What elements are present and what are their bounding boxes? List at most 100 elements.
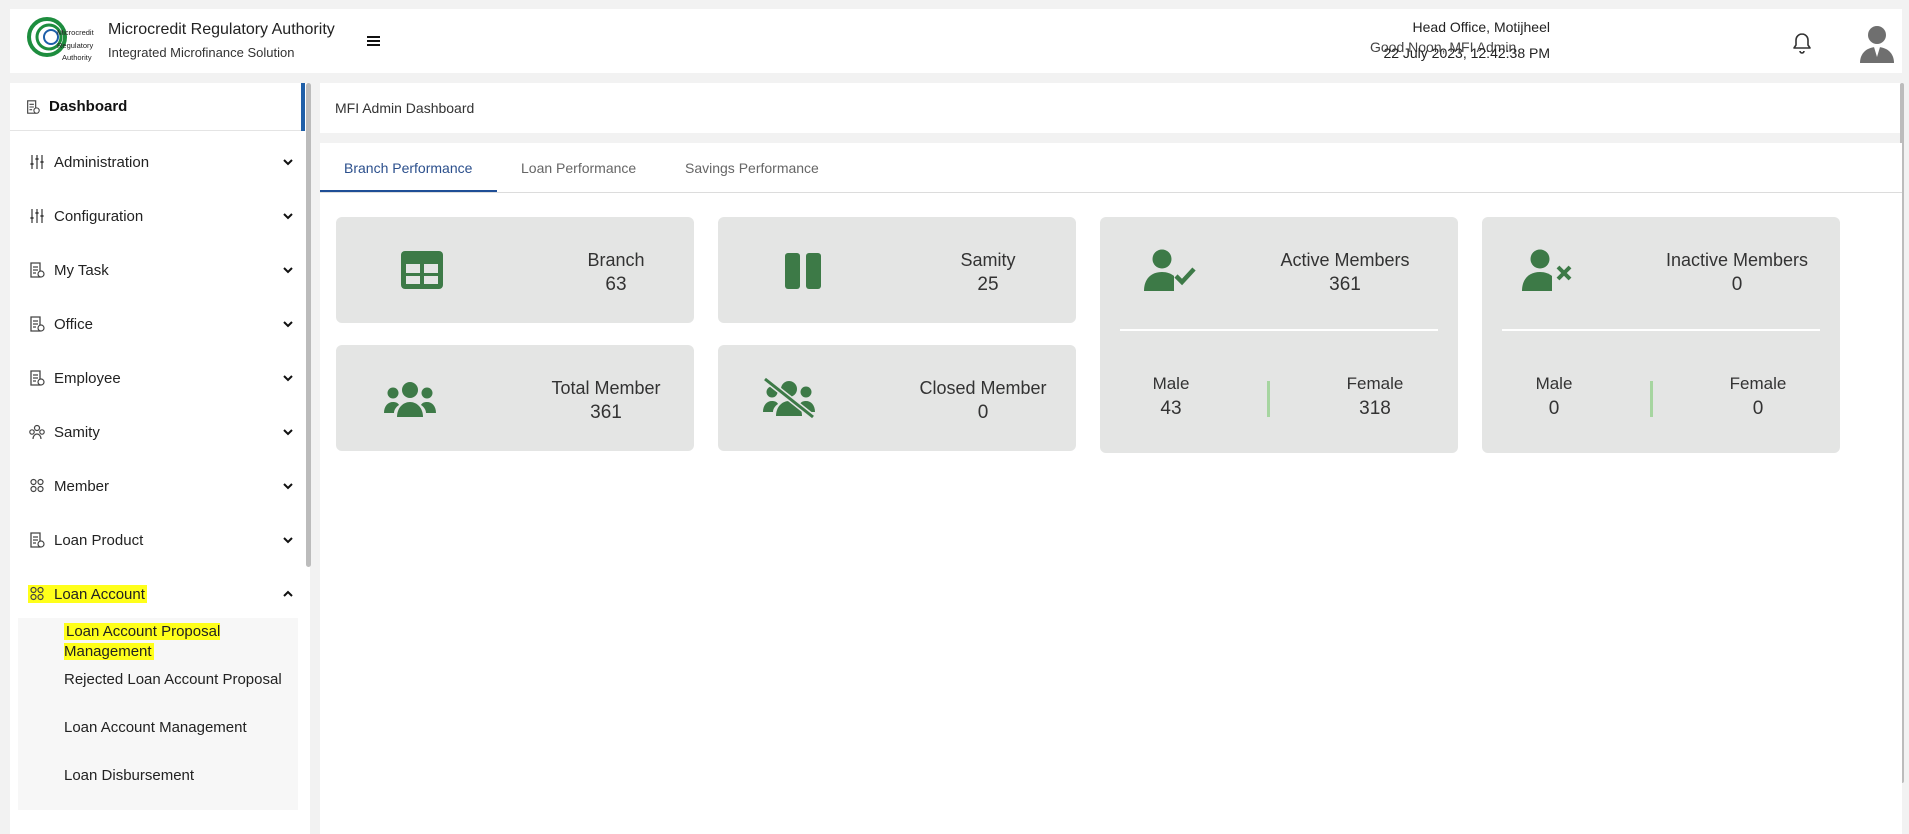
- card-divider: [1502, 329, 1820, 331]
- document-icon: [30, 370, 45, 386]
- card-title: Inactive Members: [1665, 250, 1809, 270]
- chevron-down-icon: [283, 429, 293, 436]
- card-title: Closed Member: [919, 378, 1047, 398]
- card-title: Active Members: [1280, 250, 1410, 270]
- sidebar-item-dashboard[interactable]: Dashboard: [10, 83, 305, 131]
- submenu-item-loan-account-management[interactable]: Loan Account Management: [64, 718, 294, 738]
- document-icon: [30, 262, 45, 278]
- submenu-item-rejected-loan-account-proposal[interactable]: Rejected Loan Account Proposal: [64, 670, 294, 690]
- sidebar-item-loan-account[interactable]: Loan Account: [28, 578, 298, 610]
- chevron-down-icon: [283, 483, 293, 490]
- current-datetime: 22 July 2023, 12:42:38 PM: [1383, 45, 1550, 61]
- card-value: 63: [605, 274, 627, 295]
- sliders-icon: [30, 209, 44, 223]
- card-title: Samity: [960, 250, 1016, 270]
- female-label: Female: [1729, 374, 1787, 393]
- chevron-down-icon: [283, 159, 293, 166]
- chevron-down-icon: [283, 213, 293, 220]
- card-value: 361: [1329, 274, 1361, 295]
- chevron-down-icon: [283, 537, 293, 544]
- card-value: 25: [977, 274, 999, 295]
- sliders-icon: [30, 155, 44, 169]
- document-icon: [27, 99, 40, 114]
- bell-icon[interactable]: [1790, 31, 1814, 55]
- chevron-down-icon: [283, 375, 293, 382]
- card-title: Total Member: [551, 378, 661, 398]
- male-label: Male: [1535, 374, 1573, 393]
- app-subtitle: Integrated Microfinance Solution: [108, 45, 295, 60]
- document-icon: [30, 316, 45, 332]
- sidebar-item-label: My Task: [54, 261, 109, 279]
- submenu-item-label: Rejected Loan Account Proposal: [64, 671, 282, 688]
- highlight-mark: Loan Account: [28, 585, 147, 603]
- tab-savings-performance[interactable]: Savings Performance: [685, 160, 819, 176]
- tab-branch-performance[interactable]: Branch Performance: [344, 160, 472, 176]
- hamburger-icon[interactable]: [366, 33, 382, 49]
- card-value: 361: [590, 402, 622, 423]
- sidebar-item-samity[interactable]: Samity: [28, 416, 298, 448]
- chevron-up-icon: [283, 590, 293, 597]
- sidebar-item-label: Administration: [54, 153, 150, 171]
- users-icon: [384, 382, 436, 417]
- columns-icon: [785, 253, 821, 289]
- total-member-card: Total Member 361: [336, 345, 694, 451]
- active-members-card: Active Members 361 Male 43 Female 318: [1100, 217, 1458, 453]
- members-icon: [30, 478, 44, 493]
- female-count: 318: [1359, 398, 1391, 419]
- sidebar-item-label: Office: [54, 315, 93, 333]
- male-label: Male: [1152, 374, 1190, 393]
- office-name: Head Office, Motijheel: [1412, 19, 1550, 35]
- dashboard-content: Branch Performance Loan Performance Savi…: [320, 143, 1902, 834]
- table-grid-icon: [401, 251, 443, 289]
- sidebar-item-label: Loan Product: [54, 531, 144, 549]
- group-icon: [29, 424, 45, 440]
- sidebar-item-office[interactable]: Office: [28, 308, 298, 340]
- sidebar-item-member[interactable]: Member: [28, 470, 298, 502]
- loan-account-submenu: Loan Account Proposal Management Rejecte…: [18, 618, 298, 810]
- sidebar-item-administration[interactable]: Administration: [28, 146, 298, 178]
- page-title: MFI Admin Dashboard: [335, 100, 475, 116]
- submenu-item-label: Loan Account Proposal Management: [64, 623, 221, 660]
- svg-text:Regulatory: Regulatory: [57, 41, 94, 50]
- document-icon: [30, 532, 45, 548]
- female-count: 0: [1752, 398, 1764, 419]
- tab-bar: Branch Performance Loan Performance Savi…: [320, 143, 1902, 193]
- sidebar-scrollbar[interactable]: [306, 83, 311, 567]
- chevron-down-icon: [283, 267, 293, 274]
- card-title: Branch: [587, 250, 645, 270]
- card-value: 0: [1731, 274, 1743, 295]
- sidebar-item-label: Configuration: [54, 207, 144, 225]
- svg-text:Authority: Authority: [62, 53, 92, 62]
- sidebar-item-label: Loan Account: [54, 585, 145, 603]
- members-icon: [30, 586, 44, 601]
- submenu-item-label: Loan Disbursement: [64, 767, 195, 784]
- chevron-down-icon: [283, 321, 293, 328]
- sidebar-item-label: Dashboard: [49, 98, 128, 115]
- submenu-item-loan-account-proposal-management[interactable]: Loan Account Proposal Management: [64, 622, 294, 662]
- female-label: Female: [1346, 374, 1404, 393]
- sidebar-item-configuration[interactable]: Configuration: [28, 200, 298, 232]
- user-x-icon: [1522, 249, 1572, 291]
- card-divider: [1120, 329, 1438, 331]
- male-count: 0: [1548, 398, 1560, 419]
- gender-separator: [1650, 381, 1653, 417]
- sidebar-item-employee[interactable]: Employee: [28, 362, 298, 394]
- sidebar-item-label: Member: [54, 477, 110, 495]
- mra-logo: Microcredit Regulatory Authority: [27, 17, 95, 62]
- breadcrumb: MFI Admin Dashboard: [320, 83, 1902, 133]
- user-check-icon: [1144, 249, 1196, 291]
- closed-member-card: Closed Member 0: [718, 345, 1076, 451]
- card-value: 0: [977, 402, 989, 423]
- submenu-item-loan-disbursement[interactable]: Loan Disbursement: [64, 766, 294, 786]
- user-avatar-icon[interactable]: [1858, 23, 1896, 63]
- active-indicator: [301, 83, 305, 131]
- sidebar-item-my-task[interactable]: My Task: [28, 254, 298, 286]
- samity-card: Samity 25: [718, 217, 1076, 323]
- gender-separator: [1267, 381, 1270, 417]
- tab-loan-performance[interactable]: Loan Performance: [521, 160, 636, 176]
- branch-card: Branch 63: [336, 217, 694, 323]
- sidebar-item-loan-product[interactable]: Loan Product: [28, 524, 298, 556]
- inactive-members-card: Inactive Members 0 Male 0 Female 0: [1482, 217, 1840, 453]
- top-header: Microcredit Regulatory Authority Microcr…: [10, 9, 1902, 73]
- svg-text:Microcredit: Microcredit: [57, 28, 95, 37]
